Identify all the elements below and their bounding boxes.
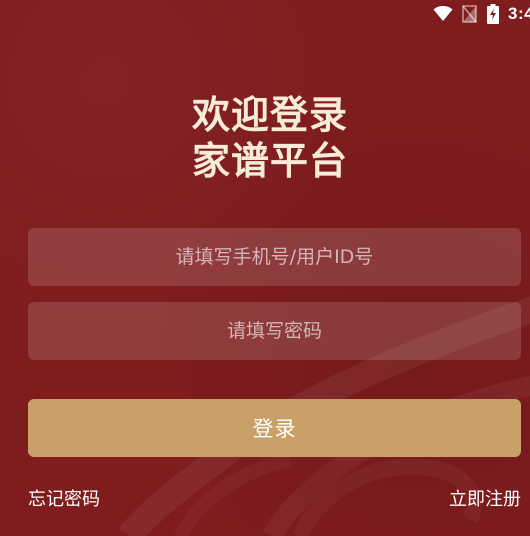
page-title: 欢迎登录 家谱平台 xyxy=(0,92,530,184)
password-field-container xyxy=(28,301,521,361)
login-screen: 3:4 欢迎登录 家谱平台 登录 忘记密码 立即注册 xyxy=(0,0,530,536)
title-line-platform: 家谱平台 xyxy=(191,139,348,183)
login-button[interactable]: 登录 xyxy=(28,399,521,457)
battery-charging-icon xyxy=(487,4,499,24)
status-time: 3:4 xyxy=(508,4,530,23)
status-bar: 3:4 xyxy=(433,0,530,28)
phone-field-container xyxy=(28,227,521,287)
register-link[interactable]: 立即注册 xyxy=(449,485,521,511)
signal-icon xyxy=(462,5,478,23)
password-input[interactable] xyxy=(28,301,521,361)
forgot-password-link[interactable]: 忘记密码 xyxy=(28,485,100,511)
wifi-icon xyxy=(433,6,453,22)
title-line-welcome: 欢迎登录 xyxy=(191,93,348,137)
phone-input[interactable] xyxy=(28,227,521,287)
